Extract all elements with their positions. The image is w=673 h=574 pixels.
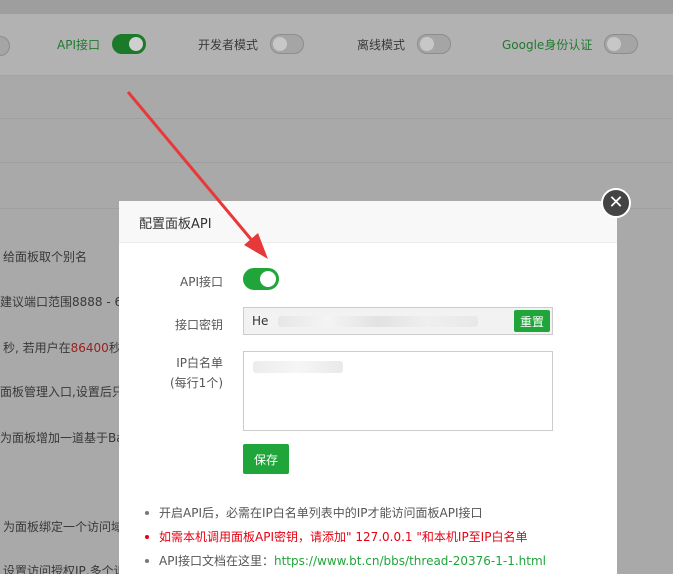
note-item-warning: 如需本机调用面板API密钥，请添加" 127.0.0.1 "和本机IP至IP白名… (145, 525, 546, 549)
api-toggle-switch[interactable] (243, 268, 279, 290)
bg-toggle-label: 离线模式 (357, 37, 406, 52)
bg-setting-desc: 建议端口范围8888 - 6 (0, 295, 123, 309)
api-key-value: He (252, 314, 269, 328)
bg-setting-desc: 给面板取个别名 (3, 250, 88, 264)
bg-setting-desc: 设置访问授权IP,多个请 (3, 564, 126, 574)
ip-whitelist-label: IP白名单 (176, 356, 223, 370)
note-item: API接口文档在这里：https://www.bt.cn/bbs/thread-… (145, 549, 546, 573)
api-key-field[interactable]: He (243, 307, 553, 335)
note-item: 开启API后，必需在IP白名单列表中的IP才能访问面板API接口 (145, 501, 546, 525)
bg-highlight-value: 86400 (70, 341, 109, 355)
bg-developer-switch[interactable] (270, 34, 305, 54)
background-top-bar (0, 0, 673, 14)
api-toggle-label: API接口 (180, 275, 223, 289)
dialog-title: 配置面板API (119, 201, 617, 243)
bg-setting-desc: 秒, 若用户在86400秒 (3, 341, 121, 355)
bg-divider (0, 118, 673, 119)
bg-divider (0, 162, 673, 163)
toggle-knob (260, 271, 276, 287)
bg-setting-desc: 面板管理入口,设置后只 (0, 385, 124, 399)
bg-offline-switch[interactable] (417, 34, 452, 54)
bg-google-auth-switch[interactable] (604, 34, 639, 54)
redacted-blur (278, 316, 478, 327)
api-key-label: 接口密钥 (174, 318, 223, 332)
bg-toggle-label: API接口 (57, 37, 100, 52)
close-icon[interactable]: ✕ (601, 188, 631, 218)
bg-api-switch[interactable] (112, 34, 146, 54)
bg-toggle-label: 开发者模式 (198, 37, 259, 52)
bg-toggle-developer[interactable]: 开发者模式 (198, 34, 305, 54)
save-button[interactable]: 保存 (243, 444, 289, 474)
redacted-blur (253, 361, 343, 373)
bg-toggle-google-auth[interactable]: Google身份认证 (502, 34, 639, 54)
reset-key-button[interactable]: 重置 (514, 310, 550, 332)
bg-toggle-api[interactable]: API接口 (57, 34, 146, 54)
api-config-dialog: 配置面板API API接口 接口密钥 He 重置 IP白名单 (每行1个) 保存… (119, 201, 617, 574)
ip-whitelist-hint: (每行1个) (170, 376, 223, 390)
bg-setting-desc: 为面板绑定一个访问域 (3, 520, 124, 534)
notes-list: 开启API后，必需在IP白名单列表中的IP才能访问面板API接口 如需本机调用面… (145, 501, 546, 573)
bg-setting-desc: 为面板增加一道基于Ba (0, 431, 124, 445)
api-doc-link[interactable]: https://www.bt.cn/bbs/thread-20376-1-1.h… (274, 554, 546, 568)
bg-toggle-label: Google身份认证 (502, 37, 593, 52)
bg-toggle-offline[interactable]: 离线模式 (357, 34, 452, 54)
